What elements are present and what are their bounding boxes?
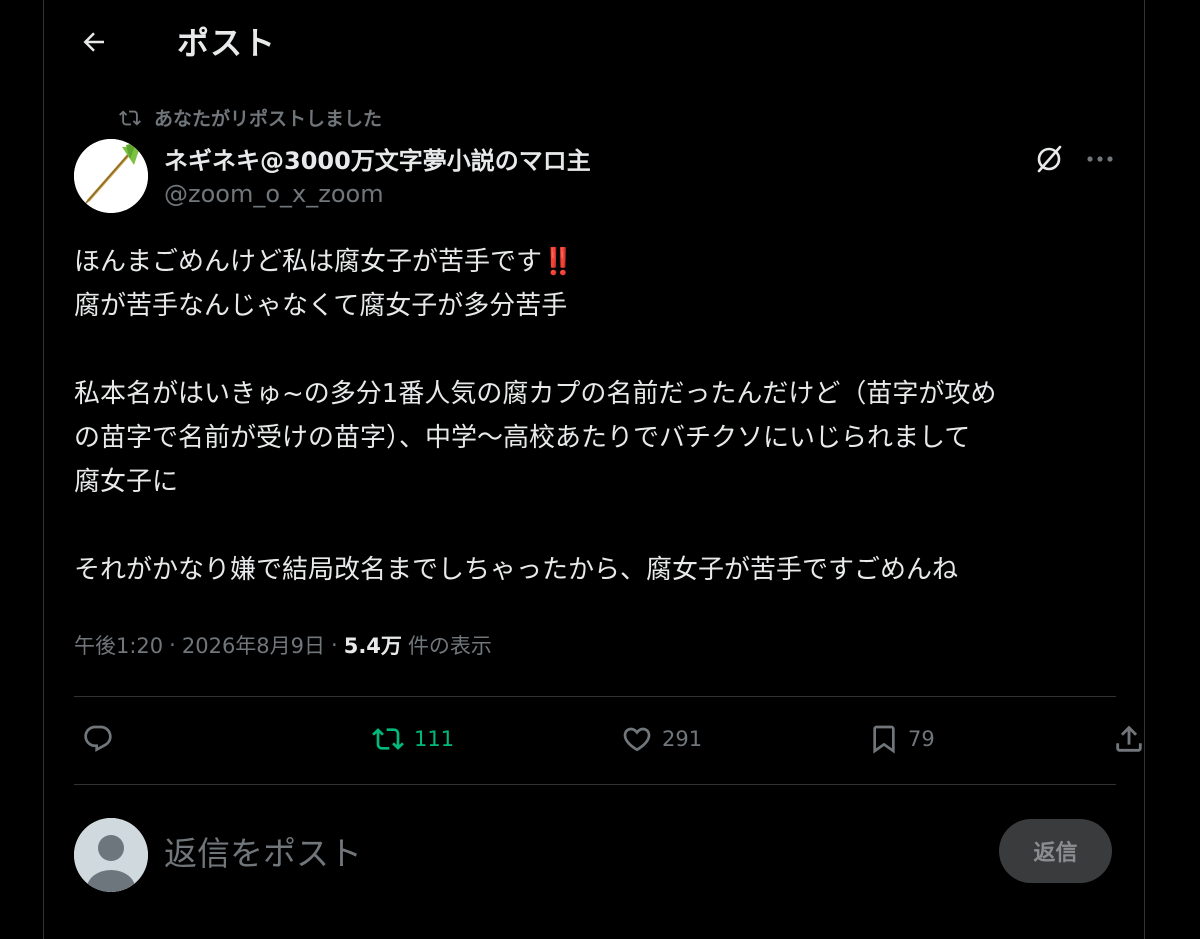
reply-bubble-icon bbox=[84, 725, 112, 752]
share-upload-icon bbox=[1116, 725, 1142, 752]
repost-notice[interactable]: あなたがリポストしました bbox=[118, 104, 382, 131]
view-count-label: 件の表示 bbox=[407, 634, 492, 658]
post-metadata: 午後1:20 · 2026年8月9日 · 5.4万 件の表示 bbox=[74, 630, 492, 660]
repost-button[interactable]: 111 bbox=[370, 719, 454, 759]
post-line: 腐が苦手なんじゃなくて腐女子が多分苦手 bbox=[74, 291, 568, 321]
author-display-name[interactable]: ネギネキ@3000万文字夢小説のマロ主 bbox=[164, 141, 591, 176]
heart-icon bbox=[623, 727, 651, 752]
arrow-left-icon bbox=[83, 32, 104, 52]
like-count: 291 bbox=[662, 727, 703, 751]
reply-submit-button[interactable]: 返信 bbox=[999, 819, 1112, 883]
post-line: ほんまごめんけど私は腐女子が苦手です‼️ bbox=[74, 247, 575, 277]
back-button[interactable] bbox=[72, 20, 116, 64]
repost-icon bbox=[372, 728, 404, 750]
reply-composer: 返信 bbox=[44, 784, 1144, 939]
more-options-button[interactable] bbox=[1080, 139, 1120, 179]
post-line: 腐女子に bbox=[74, 467, 179, 497]
reply-input[interactable] bbox=[162, 824, 966, 882]
page-title: ポスト bbox=[177, 24, 277, 62]
post-detail-column: ポスト あなたがリポストしました ネギネキ@3000万文字夢小説のマロ主 @zo… bbox=[43, 0, 1145, 939]
post-body: ほんまごめんけど私は腐女子が苦手です‼️ 腐が苦手なんじゃなくて腐女子が多分苦手… bbox=[74, 240, 1124, 592]
post-date[interactable]: 2026年8月9日 bbox=[182, 630, 325, 660]
view-count[interactable]: 5.4万 bbox=[344, 630, 402, 660]
bookmark-icon bbox=[873, 725, 895, 754]
grok-button[interactable] bbox=[1029, 139, 1069, 179]
bookmark-count: 79 bbox=[908, 727, 935, 751]
like-button[interactable]: 291 bbox=[620, 719, 702, 759]
double-exclamation-emoji: ‼️ bbox=[542, 247, 575, 277]
default-user-icon bbox=[74, 818, 148, 892]
post-line: それがかなり嫌で結局改名までしちゃったから、腐女子が苦手ですごめんね bbox=[74, 555, 959, 585]
repost-count: 111 bbox=[414, 727, 455, 751]
repost-icon bbox=[119, 110, 141, 125]
action-bar: 111 291 79 bbox=[74, 697, 1142, 783]
user-avatar[interactable] bbox=[74, 818, 148, 892]
top-bar: ポスト bbox=[44, 0, 1144, 80]
post-line: 私本名がはいきゅ~の多分1番人気の腐カプの名前だったんだけど（苗字が攻め bbox=[74, 379, 997, 409]
post-time[interactable]: 午後1:20 bbox=[74, 630, 163, 660]
bookmark-button[interactable]: 79 bbox=[868, 719, 935, 759]
share-button[interactable] bbox=[1112, 719, 1146, 759]
grok-icon bbox=[1037, 145, 1062, 173]
repost-notice-text: あなたがリポストしました bbox=[154, 108, 383, 130]
leek-avatar-image bbox=[74, 139, 148, 213]
author-handle[interactable]: @zoom_o_x_zoom bbox=[164, 180, 384, 208]
post-line: の苗字で名前が受けの苗字）、中学〜高校あたりでバチクソにいじられまして bbox=[74, 423, 971, 453]
author-avatar[interactable] bbox=[74, 139, 148, 213]
meta-separator: · bbox=[331, 633, 338, 657]
more-horizontal-icon bbox=[1087, 156, 1113, 162]
reply-button[interactable] bbox=[82, 719, 122, 759]
meta-separator: · bbox=[169, 633, 176, 657]
